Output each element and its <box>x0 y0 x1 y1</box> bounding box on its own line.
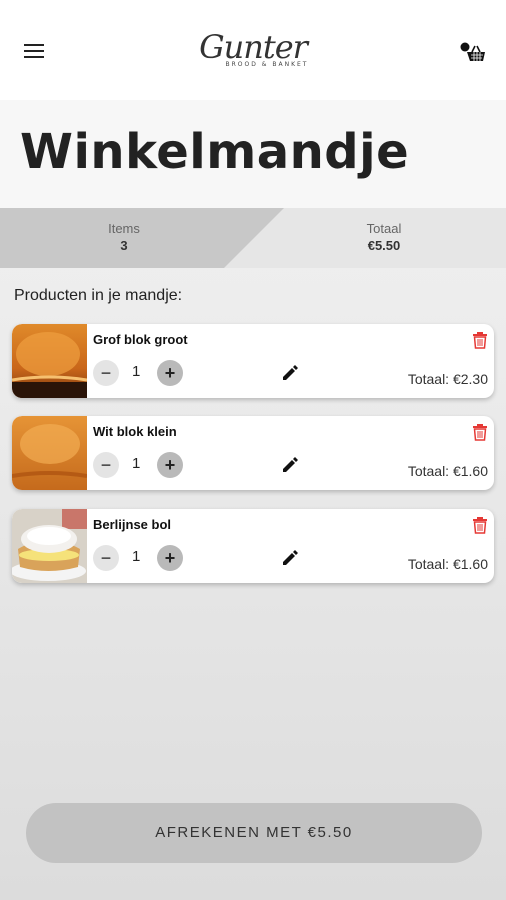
decrease-quantity-button[interactable]: − <box>93 360 119 386</box>
product-image <box>12 509 87 583</box>
cart-item: Wit blok klein − 1 + Totaal: €1.60 <box>12 416 494 490</box>
product-total: Totaal: €1.60 <box>407 556 488 572</box>
trash-icon[interactable] <box>472 423 488 441</box>
cart-summary: Items 3 Totaal €5.50 <box>0 208 506 268</box>
summary-total: Totaal €5.50 <box>264 221 504 253</box>
trash-icon[interactable] <box>472 331 488 349</box>
logo-main: Gunter <box>199 28 308 66</box>
pencil-icon[interactable] <box>280 548 300 568</box>
product-total: Totaal: €1.60 <box>407 463 488 479</box>
summary-items-value: 3 <box>120 238 128 253</box>
product-name: Wit blok klein <box>93 424 177 439</box>
cart-item: Grof blok groot − 1 + Totaal: €2.30 <box>12 324 494 398</box>
pencil-icon[interactable] <box>280 455 300 475</box>
logo: Gunter BROOD & BANKET <box>0 30 506 68</box>
product-name: Berlijnse bol <box>93 517 172 532</box>
quantity-value: 1 <box>132 455 141 472</box>
page-title: Winkelmandje <box>20 124 410 180</box>
decrease-quantity-button[interactable]: − <box>93 452 119 478</box>
cart-item: Berlijnse bol − 1 + Totaal: €1.60 <box>12 509 494 583</box>
product-image <box>12 416 87 490</box>
increase-quantity-button[interactable]: + <box>157 360 183 386</box>
trash-icon[interactable] <box>472 516 488 534</box>
increase-quantity-button[interactable]: + <box>157 452 183 478</box>
quantity-value: 1 <box>132 548 141 565</box>
summary-total-label: Totaal <box>366 221 402 236</box>
checkout-button[interactable]: AFREKENEN MET €5.50 <box>26 803 482 863</box>
app-bar: Gunter BROOD & BANKET <box>0 0 506 100</box>
logo-subtitle: BROOD & BANKET <box>225 61 309 68</box>
quantity-value: 1 <box>132 363 141 380</box>
product-name: Grof blok groot <box>93 332 188 347</box>
decrease-quantity-button[interactable]: − <box>93 545 119 571</box>
section-label: Producten in je mandje: <box>14 287 183 304</box>
summary-total-value: €5.50 <box>367 238 401 253</box>
pencil-icon[interactable] <box>280 363 300 383</box>
product-image <box>12 324 87 398</box>
summary-items: Items 3 <box>4 221 244 253</box>
product-total: Totaal: €2.30 <box>407 371 488 387</box>
increase-quantity-button[interactable]: + <box>157 545 183 571</box>
shopping-basket-icon[interactable] <box>459 42 487 64</box>
summary-items-label: Items <box>108 221 140 236</box>
